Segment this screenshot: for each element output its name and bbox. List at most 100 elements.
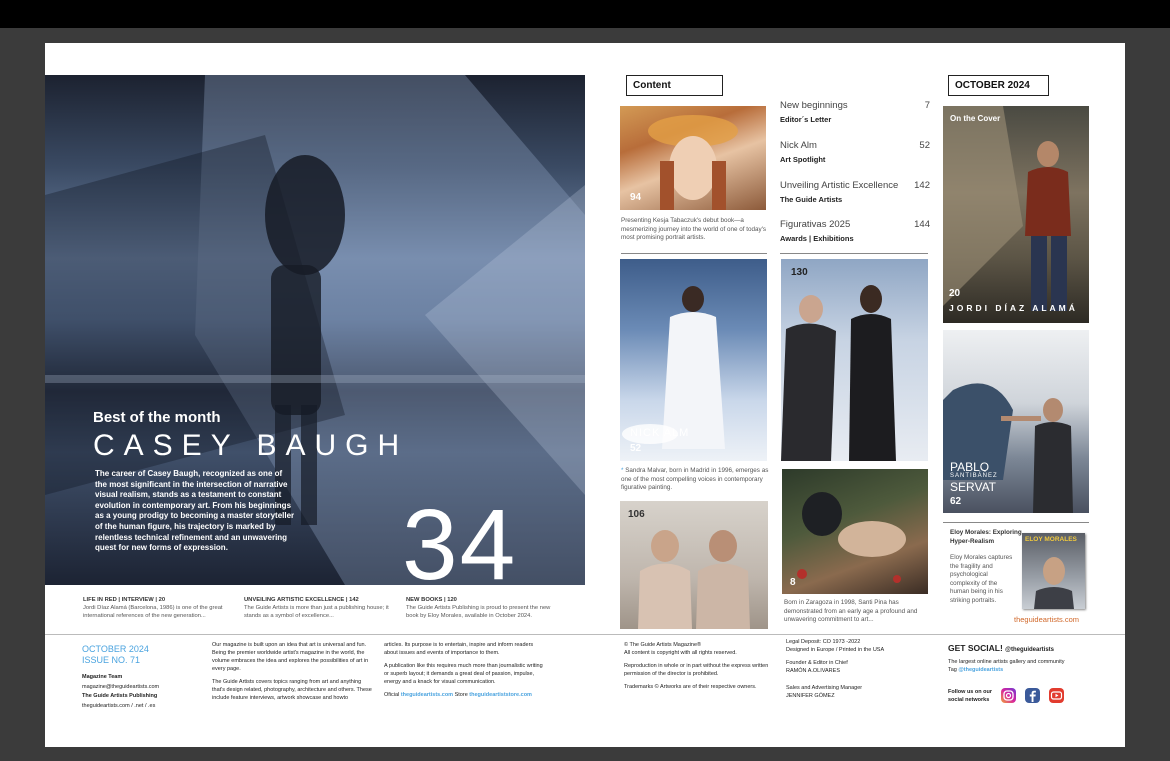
toc-title: Unveiling Artistic Excellence	[780, 180, 899, 191]
toc-page: 52	[919, 140, 930, 151]
legal-line: Legal Deposit: CO 1973 -2022	[786, 639, 861, 645]
painter-artwork	[781, 285, 896, 461]
toc-subtitle: The Guide Artists	[780, 195, 843, 204]
hero-body-text: The career of Casey Baugh, recognized as…	[95, 469, 295, 553]
thumbnail-page-52[interactable]: NICK ALM 52	[620, 259, 767, 461]
toc-page: 7	[924, 100, 930, 111]
footer-date: OCTOBER 2024	[82, 644, 149, 654]
website-link[interactable]: theguideartists.com	[1014, 615, 1079, 624]
page-number: 52	[630, 443, 642, 454]
hero-artist-name: CASEY BAUGH	[93, 429, 409, 462]
divider	[943, 522, 1089, 523]
store-label: Store	[454, 692, 468, 698]
toc-title: Nick Alm	[780, 140, 817, 151]
about-paragraph: articles. Its purpose is to entertain, i…	[384, 642, 534, 656]
social-tag-label: Tag	[948, 667, 957, 673]
blurb-new-books: NEW BOOKS | 120 The Guide Artists Publis…	[406, 596, 556, 620]
on-cover-label: On the Cover	[950, 114, 1001, 123]
copyright-column: © The Guide Artists Magazine® All conten…	[624, 641, 769, 691]
page-number: 130	[791, 267, 808, 278]
toc-title: Figurativas 2025	[780, 219, 851, 230]
toc-page: 144	[914, 219, 930, 230]
thumbnail-page-62[interactable]: PABLO SANTIBÁÑEZ SERVAT 62	[943, 330, 1089, 513]
facebook-icon[interactable]	[1025, 688, 1040, 703]
legal-line: Sales and Advertising Manager	[786, 685, 863, 691]
blurb-life-in-red: LIFE IN RED | INTERVIEW | 20 Jordi Díaz …	[83, 596, 233, 620]
social-title: GET SOCIAL!	[948, 643, 1003, 653]
artist-name-last: SERVAT	[950, 480, 997, 494]
follow-text: Follow us on our social networks	[948, 689, 992, 703]
legal-line: JENNIFER GÓMEZ	[786, 693, 835, 699]
copyright-line: Reproduction in whole or in part without…	[624, 663, 769, 677]
thumbnail-page-106[interactable]: 106	[620, 501, 768, 629]
footer-issue: OCTOBER 2024 ISSUE NO. 71	[82, 644, 149, 666]
social-block: GET SOCIAL! @theguideartists The largest…	[948, 643, 1118, 674]
footer-issue-number: ISSUE NO. 71	[82, 655, 141, 665]
official-label: Oficial	[384, 692, 400, 698]
toc-entry[interactable]: New beginnings Editor´s Letter 7	[780, 100, 930, 124]
artist-name-middle: SANTIBÁÑEZ	[950, 473, 998, 479]
page-number: 106	[628, 509, 645, 520]
blurb-head: UNVEILING ARTISTIC EXCELLENCE | 142	[244, 597, 359, 603]
legal-line: RAMÓN A.OLIVARES	[786, 668, 840, 674]
caption-page-52: * Sandra Malvar, born in Madrid in 1996,…	[621, 467, 769, 493]
eloy-book-cover[interactable]: ELOY MORALES	[1022, 533, 1085, 609]
caption-page-8: Born in Zaragoza in 1998, Santi Pina has…	[784, 599, 918, 624]
toc-subtitle: Art Spotlight	[780, 155, 826, 164]
viewer-top-bar	[0, 0, 1170, 28]
toc-entry[interactable]: Nick Alm Art Spotlight 52	[780, 140, 930, 164]
figures-artwork	[638, 530, 750, 629]
about-column-1: Our magazine is built upon an idea that …	[212, 641, 374, 702]
artist-name: JORDI DÍAZ ALAMÁ	[949, 303, 1078, 313]
thumbnail-page-94[interactable]: 94	[620, 106, 766, 210]
social-tag-handle[interactable]: @theguideartists	[958, 667, 1003, 673]
book-title: ELOY MORALES	[1025, 536, 1077, 543]
about-paragraph: A publication like this requires much mo…	[384, 663, 543, 685]
page-number: 20	[949, 288, 961, 299]
youtube-icon[interactable]	[1049, 688, 1064, 703]
toc-entry[interactable]: Figurativas 2025 Awards | Exhibitions 14…	[780, 219, 930, 243]
social-tag-line: Tag @theguideartists	[948, 666, 1118, 674]
social-handle: @theguideartists	[1005, 647, 1055, 653]
team-site: theguideartists.com / .net / .es	[82, 702, 156, 709]
thumbnail-page-20[interactable]: On the Cover 20 JORDI DÍAZ ALAMÁ	[943, 106, 1089, 323]
artist-name-first: PABLO	[950, 460, 990, 474]
thumbnail-page-130[interactable]: 130	[781, 259, 928, 461]
team-title: Magazine Team	[82, 674, 123, 680]
toc-subtitle: Awards | Exhibitions	[780, 234, 854, 243]
toc-title: New beginnings	[780, 100, 848, 111]
caption-marker: *	[621, 467, 624, 474]
official-links: Oficial theguideartists.com Store thegui…	[384, 691, 547, 699]
about-paragraph: The Guide Artists covers topics ranging …	[212, 679, 372, 701]
page-number: 8	[790, 577, 796, 588]
thumbnail-page-8[interactable]: 8	[782, 469, 928, 594]
social-icons	[1001, 688, 1071, 703]
about-column-2: articles. Its purpose is to entertain, i…	[384, 641, 547, 699]
santi-pina-artwork	[797, 492, 906, 583]
content-label: Content	[626, 75, 723, 96]
team-email: magazine@theguideartists.com	[82, 683, 160, 690]
footer-divider	[45, 634, 1125, 635]
store-link[interactable]: theguideartiststore.com	[469, 692, 532, 698]
book-portrait	[1034, 557, 1074, 609]
blurb-head: LIFE IN RED | INTERVIEW | 20	[83, 597, 166, 603]
page-number: 62	[950, 496, 962, 507]
blurb-text: Jordi Díaz Alamá (Barcelona, 1986) is on…	[83, 605, 223, 619]
magazine-team: Magazine Team magazine@theguideartists.c…	[82, 673, 202, 711]
social-heading: GET SOCIAL! @theguideartists	[948, 643, 1118, 653]
blurb-unveiling: UNVEILING ARTISTIC EXCELLENCE | 142 The …	[244, 596, 394, 620]
official-site-link[interactable]: theguideartists.com	[401, 692, 453, 698]
instagram-icon[interactable]	[1001, 688, 1016, 703]
issue-label: OCTOBER 2024	[948, 75, 1049, 96]
jordi-diaz-artwork	[943, 106, 1071, 311]
eloy-title: Eloy Morales: Exploring Hyper-Realism	[950, 529, 1022, 545]
divider	[780, 253, 928, 254]
cover-feature-image: Best of the month CASEY BAUGH The career…	[45, 75, 585, 585]
divider	[621, 253, 767, 254]
toc-entry[interactable]: Unveiling Artistic Excellence The Guide …	[780, 180, 930, 204]
copyright-line: Trademarks © Artworks are of their respe…	[624, 684, 757, 690]
social-text: The largest online artists gallery and c…	[948, 659, 1065, 665]
artist-name: NICK ALM	[630, 427, 690, 439]
toc-page: 142	[914, 180, 930, 191]
page-number: 94	[630, 192, 642, 203]
